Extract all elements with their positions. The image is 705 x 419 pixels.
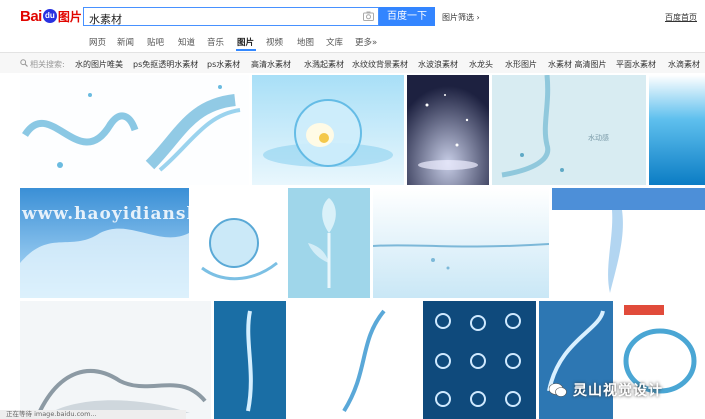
tab-images[interactable]: 图片 (237, 36, 254, 48)
watermark-text: www.haoyidiansh (22, 204, 200, 224)
related-item[interactable]: 水素材 高清图片 (548, 59, 607, 70)
tab-wenku[interactable]: 文库 (326, 36, 343, 48)
tab-music[interactable]: 音乐 (207, 36, 224, 48)
tab-zhidao[interactable]: 知道 (178, 36, 195, 48)
related-item[interactable]: 高清水素材 (251, 59, 291, 70)
search-button[interactable]: 百度一下 (379, 7, 435, 26)
tab-web[interactable]: 网页 (89, 36, 106, 48)
dark-water-drops-image (407, 75, 489, 185)
water-pour-image (492, 75, 646, 185)
camera-icon[interactable] (363, 11, 374, 21)
image-thumbnail[interactable] (192, 188, 285, 298)
water-splash-set-image (423, 301, 536, 419)
water-crown-splash-image (20, 301, 211, 419)
baidu-image-logo[interactable]: Bai du 图片 (20, 7, 82, 25)
top-bar: Bai du 图片 水素材 百度一下 图片筛选 › 百度首页 (0, 0, 705, 32)
image-thumbnail[interactable] (20, 75, 249, 185)
blue-water-image (649, 75, 705, 185)
image-thumbnail[interactable] (288, 188, 370, 298)
related-item[interactable]: ps水素材 (207, 59, 240, 70)
tab-more[interactable]: 更多» (355, 36, 377, 48)
search-icon (20, 59, 28, 67)
related-item[interactable]: 平面水素材 (616, 59, 656, 70)
image-thumbnail[interactable] (252, 75, 404, 185)
related-item[interactable]: 水滴素材 (668, 59, 700, 70)
related-searches: 相关搜索: 水的图片唯美 ps免抠透明水素材 ps水素材 高清水素材 水溅起素材… (0, 53, 705, 73)
related-item[interactable]: 水纹纹背景素材 (352, 59, 408, 70)
brand-overlay: 灵山视觉设计 (549, 378, 663, 402)
related-item[interactable]: 水溅起素材 (304, 59, 344, 70)
image-thumbnail[interactable] (407, 75, 489, 185)
image-thumbnail[interactable]: 水动感 (492, 75, 646, 185)
related-label: 相关搜索: (30, 60, 65, 69)
tab-map[interactable]: 地图 (297, 36, 314, 48)
wechat-icon (549, 383, 567, 397)
search-input[interactable]: 水素材 (83, 7, 379, 26)
image-thumbnail[interactable] (649, 75, 705, 185)
image-thumbnail[interactable] (373, 188, 549, 298)
image-thumbnail[interactable] (20, 301, 211, 419)
active-tab-indicator (236, 49, 256, 51)
image-thumbnail[interactable] (289, 301, 420, 419)
water-stream-image (289, 301, 420, 419)
image-thumbnail[interactable] (552, 188, 705, 298)
vertical-splash-image (214, 301, 286, 419)
chevron-right-icon: › (476, 13, 480, 22)
related-item[interactable]: 水的图片唯美 (75, 59, 123, 70)
tab-tieba[interactable]: 贴吧 (147, 36, 164, 48)
category-tabs: 网页 新闻 贴吧 知道 音乐 图片 视频 地图 文库 更多» (0, 32, 705, 53)
related-item[interactable]: 水龙头 (469, 59, 493, 70)
water-bubble-image (252, 75, 404, 185)
image-thumbnail[interactable] (214, 301, 286, 419)
tab-news[interactable]: 新闻 (117, 36, 134, 48)
water-sphere-image (192, 188, 285, 298)
related-item[interactable]: ps免抠透明水素材 (133, 59, 198, 70)
paw-icon: du (42, 9, 57, 23)
image-filter-link[interactable]: 图片筛选 › (442, 12, 480, 23)
water-surface-image (373, 188, 549, 298)
brand-text: 灵山视觉设计 (573, 383, 663, 399)
related-item[interactable]: 水形图片 (505, 59, 537, 70)
tab-video[interactable]: 视频 (266, 36, 283, 48)
water-drop-down-image (552, 188, 705, 298)
status-bar: 正在等待 image.baidu.com... (0, 410, 186, 419)
related-item[interactable]: 水波浪素材 (418, 59, 458, 70)
search-query: 水素材 (89, 13, 122, 26)
home-link[interactable]: 百度首页 (665, 12, 697, 23)
water-splash-image (20, 75, 249, 185)
water-flower-image (288, 188, 370, 298)
image-thumbnail[interactable] (423, 301, 536, 419)
thumb-text: 水动感 (588, 134, 609, 142)
